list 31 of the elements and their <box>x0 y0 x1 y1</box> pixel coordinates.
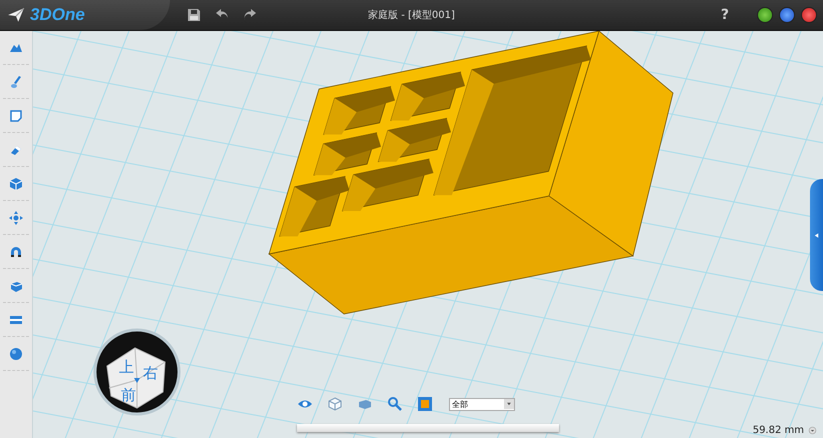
window-title: 家庭版 - [模型001] <box>368 10 455 21</box>
filter-dropdown[interactable]: 全部 <box>449 398 515 410</box>
brush-icon <box>8 74 24 90</box>
maximize-button[interactable] <box>779 7 795 23</box>
minimize-button[interactable] <box>757 7 773 23</box>
view-button[interactable] <box>327 396 343 412</box>
save-icon <box>186 7 202 23</box>
side-panel-tab[interactable] <box>810 179 823 291</box>
paper-plane-icon <box>6 6 26 24</box>
dropdown-caret-icon <box>504 398 514 410</box>
cube-face-label: 右 <box>143 364 158 382</box>
square-sheet-icon <box>8 108 24 124</box>
help-button[interactable]: ? <box>720 7 729 23</box>
view-cube[interactable]: 上 右 前 <box>93 328 181 416</box>
triangle-icon <box>813 230 820 240</box>
zoom-button[interactable] <box>387 396 403 412</box>
app-logo: 3DOne <box>30 5 85 25</box>
search-icon <box>387 396 403 412</box>
cube-face-label: 上 <box>119 358 134 376</box>
cube-face-label: 前 <box>121 386 136 404</box>
close-button[interactable] <box>801 7 817 23</box>
unit-dropdown-button[interactable] <box>808 426 817 435</box>
sphere-icon <box>8 346 24 362</box>
caret-icon <box>808 426 817 435</box>
measurement-readout: 59.82 mm <box>752 425 804 436</box>
view-button[interactable] <box>417 396 433 412</box>
save-button[interactable] <box>186 7 202 23</box>
move-arrows-icon <box>8 210 24 226</box>
picture-frame-icon <box>417 396 433 412</box>
cube-icon <box>8 176 24 192</box>
wireframe-cube-icon <box>327 396 343 412</box>
